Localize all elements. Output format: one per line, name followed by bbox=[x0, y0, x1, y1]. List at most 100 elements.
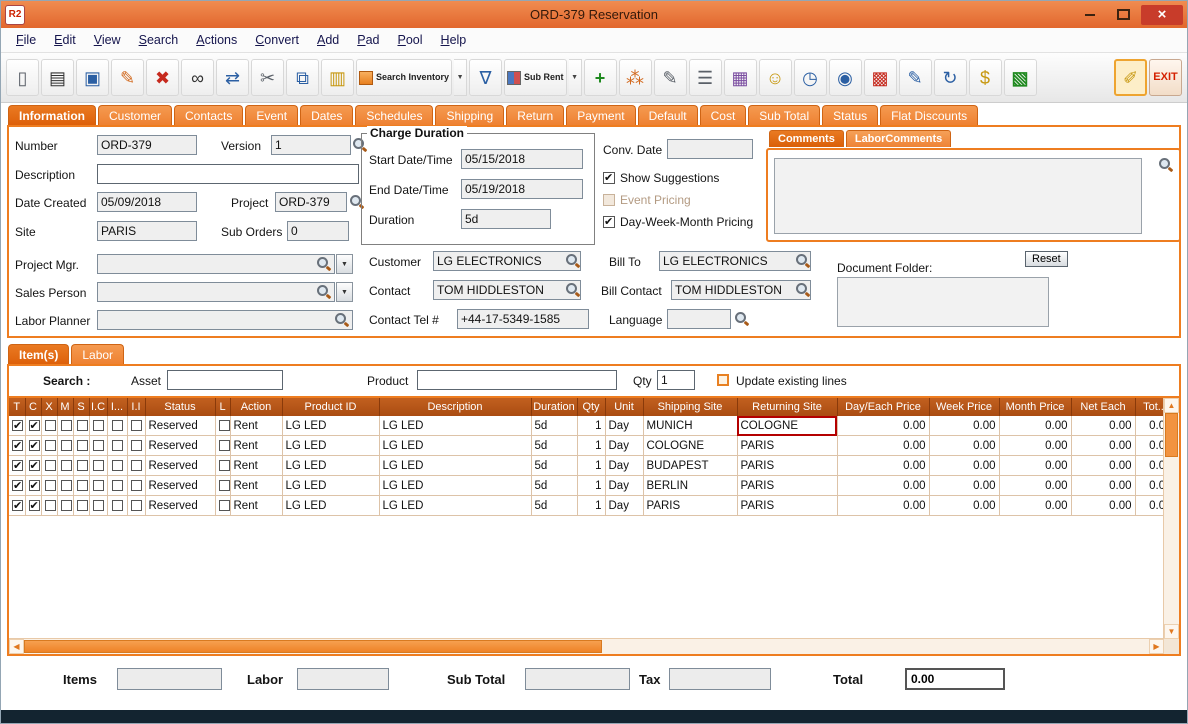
week-price-cell[interactable]: 0.00 bbox=[929, 496, 999, 516]
row-i-checkbox[interactable] bbox=[112, 460, 123, 471]
net-each-cell[interactable]: 0.00 bbox=[1071, 496, 1135, 516]
status-cell[interactable]: Reserved bbox=[145, 416, 215, 436]
row-ii-checkbox[interactable] bbox=[131, 480, 142, 491]
cut-button[interactable]: ✂ bbox=[251, 59, 284, 96]
action-cell[interactable]: Rent bbox=[230, 476, 282, 496]
wand-button[interactable]: ✐ bbox=[1114, 59, 1147, 96]
scroll-left-arrow[interactable]: ◀ bbox=[9, 639, 24, 654]
main-tab[interactable]: Event bbox=[245, 105, 298, 125]
description-cell[interactable]: LG LED bbox=[379, 416, 531, 436]
menu-item[interactable]: Help bbox=[432, 30, 476, 50]
day-each-price-cell[interactable]: 0.00 bbox=[837, 496, 929, 516]
main-tab[interactable]: Payment bbox=[566, 105, 635, 125]
comments-search-icon[interactable] bbox=[1159, 158, 1173, 172]
unit-cell[interactable]: Day bbox=[605, 436, 643, 456]
menu-item[interactable]: Add bbox=[308, 30, 348, 50]
row-ii-checkbox[interactable] bbox=[131, 460, 142, 471]
bill-to-search-icon[interactable] bbox=[796, 254, 810, 268]
shipping-site-cell[interactable]: BERLIN bbox=[643, 476, 737, 496]
vertical-scroll-thumb[interactable] bbox=[1165, 413, 1178, 457]
column-header[interactable]: C bbox=[25, 398, 41, 416]
contact-search-icon[interactable] bbox=[566, 283, 580, 297]
month-price-cell[interactable]: 0.00 bbox=[999, 416, 1071, 436]
main-tab[interactable]: Shipping bbox=[435, 105, 504, 125]
row-t-checkbox[interactable] bbox=[12, 500, 23, 511]
row-ii-checkbox[interactable] bbox=[131, 500, 142, 511]
unit-cell[interactable]: Day bbox=[605, 496, 643, 516]
menu-item[interactable]: Search bbox=[130, 30, 188, 50]
item-row[interactable]: Reserved Rent LG LED LG LED 5d 1 Day BER… bbox=[9, 476, 1164, 496]
start-date-field[interactable] bbox=[461, 149, 583, 169]
column-header[interactable]: Week Price bbox=[929, 398, 999, 416]
project-mgr-field[interactable] bbox=[97, 254, 335, 274]
column-header[interactable]: Day/Each Price bbox=[837, 398, 929, 416]
money-button[interactable]: $ bbox=[969, 59, 1002, 96]
main-tab[interactable]: Flat Discounts bbox=[880, 105, 978, 125]
total-cell[interactable]: 0.00 bbox=[1135, 436, 1164, 456]
asset-field[interactable] bbox=[167, 370, 283, 390]
duration-cell[interactable]: 5d bbox=[531, 476, 577, 496]
shipping-site-cell[interactable]: COLOGNE bbox=[643, 436, 737, 456]
main-tab[interactable]: Return bbox=[506, 105, 564, 125]
row-x-checkbox[interactable] bbox=[45, 460, 56, 471]
row-m-checkbox[interactable] bbox=[61, 500, 72, 511]
cube-button[interactable]: ▩ bbox=[864, 59, 897, 96]
project-mgr-dropdown[interactable] bbox=[336, 254, 353, 274]
project-field[interactable] bbox=[275, 192, 347, 212]
row-ic-checkbox[interactable] bbox=[93, 500, 104, 511]
globe-button[interactable]: ◉ bbox=[829, 59, 862, 96]
description-cell[interactable]: LG LED bbox=[379, 436, 531, 456]
vertical-scrollbar[interactable]: ▲ ▼ bbox=[1163, 398, 1179, 639]
labor-planner-field[interactable] bbox=[97, 310, 353, 330]
tab-labor[interactable]: Labor bbox=[71, 344, 124, 364]
row-x-checkbox[interactable] bbox=[45, 480, 56, 491]
customer-field[interactable] bbox=[433, 251, 581, 271]
column-header[interactable]: Qty bbox=[577, 398, 605, 416]
qty-cell[interactable]: 1 bbox=[577, 476, 605, 496]
bill-contact-search-icon[interactable] bbox=[796, 283, 810, 297]
row-c-checkbox[interactable] bbox=[29, 460, 40, 471]
item-row[interactable]: Reserved Rent LG LED LG LED 5d 1 Day COL… bbox=[9, 436, 1164, 456]
pad-button[interactable]: ☰ bbox=[689, 59, 722, 96]
shipping-site-cell[interactable]: PARIS bbox=[643, 496, 737, 516]
comments-textarea[interactable] bbox=[774, 158, 1142, 234]
row-s-checkbox[interactable] bbox=[77, 420, 88, 431]
write-order-button[interactable]: ✎ bbox=[899, 59, 932, 96]
paste-button[interactable]: ▥ bbox=[321, 59, 354, 96]
action-cell[interactable]: Rent bbox=[230, 496, 282, 516]
column-header[interactable]: I.I bbox=[127, 398, 145, 416]
transfer-button[interactable]: ⇄ bbox=[216, 59, 249, 96]
date-created-field[interactable] bbox=[97, 192, 197, 212]
qty-cell[interactable]: 1 bbox=[577, 456, 605, 476]
sales-person-field[interactable] bbox=[97, 282, 335, 302]
returning-site-cell[interactable]: PARIS bbox=[737, 436, 837, 456]
row-l-checkbox[interactable] bbox=[219, 480, 230, 491]
column-header[interactable]: Tot... bbox=[1135, 398, 1164, 416]
row-i-checkbox[interactable] bbox=[112, 440, 123, 451]
day-each-price-cell[interactable]: 0.00 bbox=[837, 456, 929, 476]
row-s-checkbox[interactable] bbox=[77, 460, 88, 471]
product-id-cell[interactable]: LG LED bbox=[282, 496, 379, 516]
row-c-checkbox[interactable] bbox=[29, 440, 40, 451]
conv-date-field[interactable] bbox=[667, 139, 753, 159]
column-header[interactable]: Product ID bbox=[282, 398, 379, 416]
total-cell[interactable]: 0.00 bbox=[1135, 496, 1164, 516]
qty-cell[interactable]: 1 bbox=[577, 416, 605, 436]
row-t-checkbox[interactable] bbox=[12, 480, 23, 491]
qty-cell[interactable]: 1 bbox=[577, 436, 605, 456]
reset-button[interactable]: Reset bbox=[1025, 251, 1068, 267]
sub-rent-dropdown[interactable] bbox=[569, 59, 582, 96]
site-field[interactable] bbox=[97, 221, 197, 241]
main-tab[interactable]: Customer bbox=[98, 105, 172, 125]
labor-planner-search-icon[interactable] bbox=[335, 313, 349, 327]
main-tab[interactable]: Sub Total bbox=[748, 105, 820, 125]
row-i-checkbox[interactable] bbox=[112, 480, 123, 491]
description-field[interactable] bbox=[97, 164, 359, 184]
action-cell[interactable]: Rent bbox=[230, 436, 282, 456]
product-id-cell[interactable]: LG LED bbox=[282, 456, 379, 476]
description-cell[interactable]: LG LED bbox=[379, 476, 531, 496]
description-cell[interactable]: LG LED bbox=[379, 456, 531, 476]
search-inventory-button[interactable]: Search Inventory bbox=[356, 59, 452, 96]
row-i-checkbox[interactable] bbox=[112, 500, 123, 511]
item-row[interactable]: Reserved Rent LG LED LG LED 5d 1 Day MUN… bbox=[9, 416, 1164, 436]
